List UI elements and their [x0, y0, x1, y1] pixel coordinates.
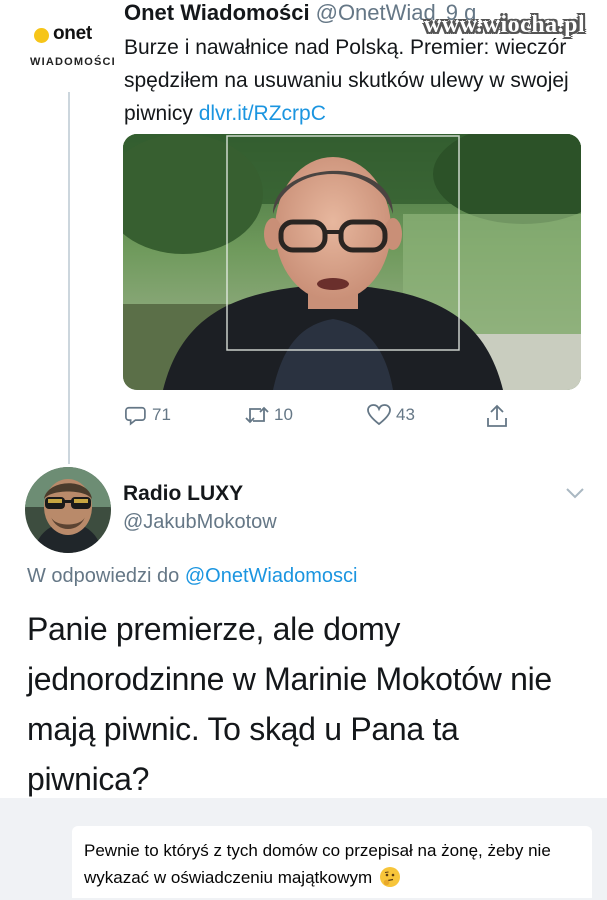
retweet-action[interactable]: 10 — [244, 403, 293, 427]
heart-icon — [367, 404, 391, 426]
replying-to-line: W odpowiedzi do @OnetWiadomosci — [27, 565, 357, 588]
reply-action[interactable]: 71 — [124, 403, 171, 427]
replying-to-prefix: W odpowiedzi do — [27, 565, 185, 587]
tweet-author-name[interactable]: Onet Wiadomości — [124, 0, 310, 25]
retweet-count: 10 — [274, 405, 293, 424]
replying-to-handle[interactable]: @OnetWiadomosci — [185, 565, 358, 587]
reply-author-handle[interactable]: @JakubMokotow — [123, 511, 277, 534]
retweet-icon — [245, 406, 269, 424]
like-count: 43 — [396, 405, 415, 424]
tweet-author-handle[interactable]: @OnetWiad — [316, 0, 436, 25]
comment-text-wrapper: Pewnie to któryś z tych domów co przepis… — [84, 837, 584, 891]
thinking-face-icon — [379, 867, 400, 887]
tweet-actions: 71 10 43 — [0, 403, 607, 429]
photo-man-in-jacket — [123, 134, 581, 390]
onet-logo-text: onet — [53, 23, 92, 44]
like-action[interactable]: 43 — [366, 403, 415, 427]
onet-avatar[interactable]: onet WIADOMOŚCI — [10, 4, 116, 84]
share-icon — [487, 404, 507, 427]
chevron-down-icon[interactable] — [564, 486, 586, 505]
tweet-body: Burze i nawałnice nad Polską. Premier: w… — [124, 36, 569, 125]
reply-text: Panie premierze, ale domy jednorodzinne … — [27, 611, 552, 797]
share-action[interactable] — [485, 403, 509, 429]
onet-logo-subtitle: WIADOMOŚCI — [30, 56, 116, 68]
reply-author-avatar[interactable] — [25, 467, 111, 553]
onet-logo-dot — [34, 28, 49, 43]
tweet-text: Burze i nawałnice nad Polską. Premier: w… — [124, 31, 584, 130]
tweet-link[interactable]: dlvr.it/RZcrpC — [199, 102, 326, 125]
site-watermark: www.wiocha.pl — [424, 12, 586, 38]
reply-author-name[interactable]: Radio LUXY — [123, 482, 243, 506]
tweet-media-image[interactable] — [123, 134, 581, 390]
avatar-photo — [25, 467, 111, 553]
reply-count: 71 — [152, 405, 171, 424]
comment-text: Pewnie to któryś z tych domów co przepis… — [84, 841, 551, 887]
reply-icon — [125, 406, 146, 426]
